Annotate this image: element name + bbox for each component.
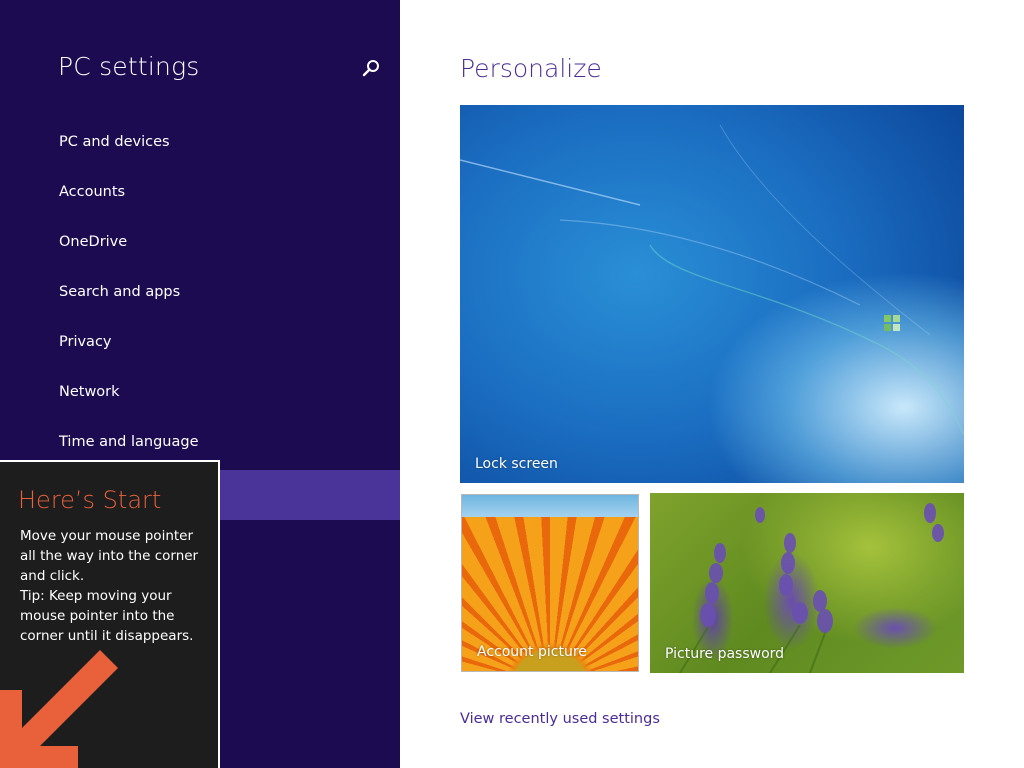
search-icon[interactable]	[360, 58, 382, 80]
nav-item-label: Time and language	[59, 434, 199, 450]
nav-item-onedrive[interactable]: OneDrive	[0, 220, 400, 270]
start-tip-line: all the way into the corner	[20, 548, 199, 564]
tile-label-account-picture: Account picture	[477, 644, 587, 660]
lock-screen-wallpaper	[460, 124, 964, 436]
start-tip-line: mouse pointer into the	[20, 608, 175, 624]
nav-item-label: PC and devices	[59, 134, 170, 150]
start-tip-line: corner until it disappears.	[20, 628, 194, 644]
pc-settings-window: PC settings PC and devices Accounts OneD…	[0, 0, 1024, 768]
start-tip-body: Move your mouse pointer all the way into…	[20, 526, 210, 646]
tile-label-lock-screen: Lock screen	[475, 456, 558, 472]
nav-item-pc-and-devices[interactable]: PC and devices	[0, 120, 400, 170]
start-tip-title: Here’s Start	[18, 486, 162, 514]
start-tip-line: Move your mouse pointer	[20, 528, 194, 544]
view-recent-settings-link[interactable]: View recently used settings	[460, 711, 660, 727]
arrow-down-left-icon	[0, 650, 118, 768]
tile-label-picture-password: Picture password	[665, 646, 785, 662]
lock-screen-tile[interactable]: Lock screen	[460, 105, 964, 483]
nav-item-privacy[interactable]: Privacy	[0, 320, 400, 370]
picture-password-tile[interactable]: Picture password	[650, 493, 964, 673]
start-tip-line: and click.	[20, 568, 85, 584]
nav-item-label: Network	[59, 384, 120, 400]
start-tip-line: Tip: Keep moving your	[20, 588, 172, 604]
page-title: Personalize	[460, 54, 602, 83]
nav-title: PC settings	[58, 52, 200, 81]
nav-item-label: Accounts	[59, 184, 126, 200]
nav-item-label: Search and apps	[59, 284, 181, 300]
nav-item-accounts[interactable]: Accounts	[0, 170, 400, 220]
windows-logo-icon	[884, 315, 900, 331]
start-tip-overlay: Here’s Start Move your mouse pointer all…	[0, 460, 220, 768]
nav-item-search-and-apps[interactable]: Search and apps	[0, 270, 400, 320]
account-picture-tile[interactable]: Account picture	[461, 494, 639, 672]
nav-item-label: Privacy	[59, 334, 112, 350]
nav-item-network[interactable]: Network	[0, 370, 400, 420]
flower-photo-sky	[462, 495, 638, 517]
nav-item-label: OneDrive	[59, 234, 128, 250]
